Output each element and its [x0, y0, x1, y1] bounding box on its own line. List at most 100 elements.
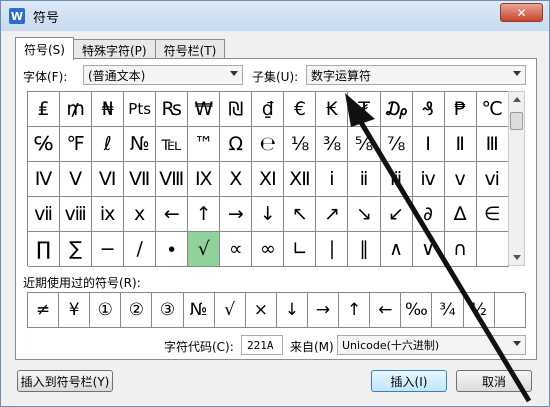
- symbol-cell[interactable]: ⅱ: [348, 162, 381, 197]
- recent-symbol-cell[interactable]: ‰: [401, 293, 433, 328]
- tab-special-chars[interactable]: 特殊字符(P): [72, 39, 156, 60]
- symbol-cell[interactable]: ₦: [92, 92, 125, 127]
- charcode-input[interactable]: 221A: [241, 335, 283, 355]
- symbol-cell[interactable]: ⅷ: [60, 197, 93, 232]
- recent-symbol-cell[interactable]: √: [214, 293, 246, 328]
- symbol-cell[interactable]: ∝: [220, 232, 253, 267]
- symbol-cell[interactable]: ℉: [60, 127, 93, 162]
- recent-symbol-cell[interactable]: ↓: [276, 293, 308, 328]
- symbol-cell[interactable]: ∑: [60, 232, 93, 267]
- symbol-cell[interactable]: ⅛: [284, 127, 317, 162]
- symbol-cell[interactable]: ⅹ: [124, 197, 157, 232]
- close-button[interactable]: ✕: [500, 3, 543, 22]
- tab-symbols[interactable]: 符号(S): [15, 37, 74, 60]
- symbol-cell[interactable]: ℃: [476, 92, 509, 127]
- recent-symbol-cell[interactable]: ¥: [59, 293, 91, 328]
- symbol-cell[interactable]: ⅞: [380, 127, 413, 162]
- symbol-cell[interactable]: ℅: [28, 127, 61, 162]
- symbol-cell[interactable]: ⅴ: [444, 162, 477, 197]
- symbol-cell[interactable]: ™: [188, 127, 221, 162]
- symbol-cell[interactable]: ₯: [380, 92, 413, 127]
- symbol-cell[interactable]: Ⅷ: [156, 162, 189, 197]
- recent-symbol-cell[interactable]: ½: [463, 293, 495, 328]
- symbol-cell[interactable]: ∧: [380, 232, 413, 267]
- symbol-cell[interactable]: ↘: [348, 197, 381, 232]
- recent-symbol-cell[interactable]: →: [307, 293, 340, 328]
- symbol-cell[interactable]: ⅳ: [412, 162, 445, 197]
- symbol-cell[interactable]: ∣: [316, 232, 349, 267]
- recent-symbol-cell[interactable]: ≠: [28, 293, 60, 328]
- symbol-cell[interactable]: Ⅹ: [220, 162, 253, 197]
- font-dropdown[interactable]: (普通文本): [83, 65, 243, 85]
- recent-symbol-cell[interactable]: [494, 293, 526, 328]
- symbol-cell[interactable]: ⅵ: [476, 162, 509, 197]
- recent-symbol-cell[interactable]: №: [183, 293, 215, 328]
- scroll-up-icon[interactable]: [513, 97, 521, 102]
- recent-symbol-cell[interactable]: ②: [121, 293, 153, 328]
- tab-symbol-bar[interactable]: 符号栏(T): [154, 39, 226, 60]
- symbol-cell[interactable]: Ⅱ: [444, 127, 477, 162]
- symbol-cell[interactable]: ₪: [220, 92, 253, 127]
- scroll-down-icon[interactable]: [513, 255, 521, 260]
- symbol-cell[interactable]: ↙: [380, 197, 413, 232]
- symbol-cell[interactable]: ℓ: [92, 127, 125, 162]
- symbol-cell[interactable]: ₥: [60, 92, 93, 127]
- symbol-cell[interactable]: Ⅵ: [92, 162, 125, 197]
- recent-symbol-cell[interactable]: ①: [90, 293, 122, 328]
- symbol-grid-scrollbar[interactable]: [508, 91, 525, 266]
- symbol-cell[interactable]: ↓: [252, 197, 285, 232]
- symbol-cell[interactable]: ⅲ: [380, 162, 413, 197]
- symbol-cell[interactable]: ∆: [444, 197, 477, 232]
- recent-symbol-cell[interactable]: ←: [370, 293, 402, 328]
- symbol-cell[interactable]: →: [220, 197, 253, 232]
- symbol-cell[interactable]: ←: [156, 197, 189, 232]
- symbol-cell[interactable]: [476, 232, 509, 267]
- symbol-cell[interactable]: √: [188, 232, 221, 267]
- subset-dropdown[interactable]: 数字运算符: [306, 65, 526, 85]
- symbol-cell[interactable]: ∕: [124, 232, 157, 267]
- symbol-cell[interactable]: ₰: [412, 92, 445, 127]
- symbol-cell[interactable]: ∟: [284, 232, 317, 267]
- cancel-button[interactable]: 取消: [456, 370, 532, 392]
- symbol-cell[interactable]: Ⅸ: [188, 162, 221, 197]
- symbol-cell[interactable]: ↑: [188, 197, 221, 232]
- symbol-cell[interactable]: ₭: [316, 92, 349, 127]
- symbol-cell[interactable]: Ω: [220, 127, 253, 162]
- symbol-cell[interactable]: Ⅳ: [28, 162, 61, 197]
- symbol-cell[interactable]: №: [124, 127, 157, 162]
- symbol-cell[interactable]: ∨: [412, 232, 445, 267]
- insert-to-bar-button[interactable]: 插入到符号栏(Y): [17, 370, 113, 392]
- symbol-cell[interactable]: ₤: [28, 92, 61, 127]
- symbol-cell[interactable]: ⅶ: [28, 197, 61, 232]
- symbol-cell[interactable]: ∥: [348, 232, 381, 267]
- scroll-thumb[interactable]: [510, 112, 523, 130]
- symbol-cell[interactable]: ₱: [444, 92, 477, 127]
- symbol-cell[interactable]: ⅸ: [92, 197, 125, 232]
- symbol-cell[interactable]: Ⅴ: [60, 162, 93, 197]
- symbol-cell[interactable]: −: [92, 232, 125, 267]
- symbol-cell[interactable]: ∞: [252, 232, 285, 267]
- symbol-cell[interactable]: ∩: [444, 232, 477, 267]
- from-dropdown[interactable]: Unicode(十六进制): [337, 335, 526, 355]
- symbol-cell[interactable]: Pts: [124, 92, 157, 127]
- recent-symbol-cell[interactable]: ×: [245, 293, 277, 328]
- symbol-cell[interactable]: Ⅶ: [124, 162, 157, 197]
- symbol-cell[interactable]: Ⅺ: [252, 162, 285, 197]
- symbol-cell[interactable]: ∏: [28, 232, 61, 267]
- symbol-cell[interactable]: ∙: [156, 232, 189, 267]
- symbol-cell[interactable]: ₩: [188, 92, 221, 127]
- symbol-cell[interactable]: Ⅻ: [284, 162, 317, 197]
- symbol-cell[interactable]: ∂: [412, 197, 445, 232]
- symbol-cell[interactable]: ⅰ: [316, 162, 349, 197]
- symbol-cell[interactable]: ℡: [156, 127, 189, 162]
- insert-button[interactable]: 插入(I): [371, 370, 447, 392]
- recent-symbol-cell[interactable]: ↑: [339, 293, 371, 328]
- symbol-cell[interactable]: ∈: [476, 197, 509, 232]
- symbol-cell[interactable]: ₮: [348, 92, 381, 127]
- symbol-cell[interactable]: €: [284, 92, 317, 127]
- symbol-cell[interactable]: Ⅰ: [412, 127, 445, 162]
- recent-symbol-cell[interactable]: ③: [152, 293, 184, 328]
- recent-symbol-cell[interactable]: ¾: [432, 293, 464, 328]
- symbol-cell[interactable]: ⅝: [348, 127, 381, 162]
- symbol-cell[interactable]: Ⅲ: [476, 127, 509, 162]
